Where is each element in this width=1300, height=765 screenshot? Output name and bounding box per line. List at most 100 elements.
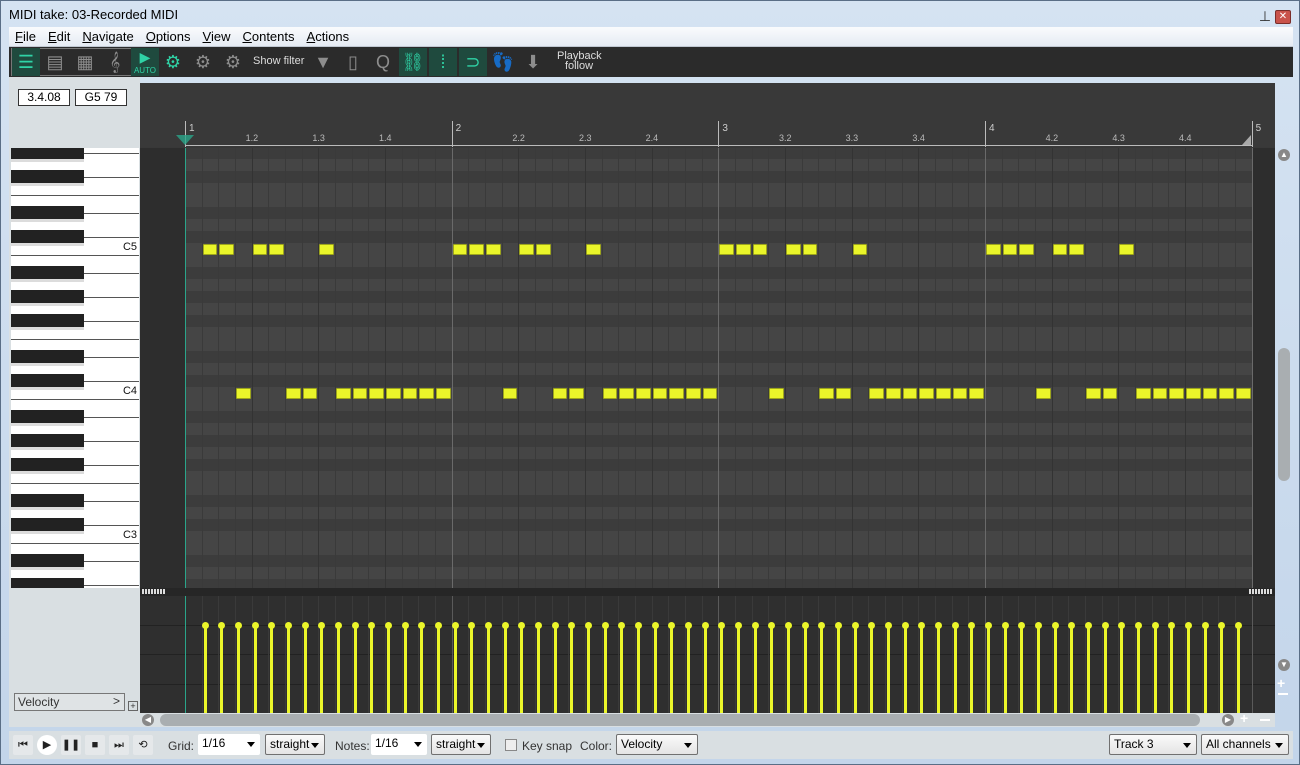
piano-roll[interactable]	[140, 148, 1275, 588]
midi-note[interactable]	[1019, 244, 1034, 255]
midi-note[interactable]	[686, 388, 701, 399]
black-key[interactable]	[11, 266, 84, 282]
black-key[interactable]	[11, 518, 84, 534]
velocity-handle[interactable]	[485, 621, 492, 629]
velocity-handle[interactable]	[818, 621, 826, 629]
velocity-stem[interactable]	[1187, 624, 1190, 713]
velocity-stem[interactable]	[770, 624, 774, 713]
velocity-handle[interactable]	[1001, 621, 1009, 629]
midi-note[interactable]	[552, 388, 568, 399]
velocity-handle[interactable]	[251, 621, 259, 629]
velocity-stem[interactable]	[587, 624, 590, 713]
midi-note[interactable]	[402, 388, 418, 399]
midi-note[interactable]	[586, 244, 601, 255]
velocity-stem[interactable]	[1170, 624, 1174, 713]
velocity-handle[interactable]	[518, 621, 526, 629]
notes-length-select[interactable]: 1/16	[371, 734, 427, 755]
midi-note[interactable]	[802, 244, 818, 255]
velocity-stem[interactable]	[620, 624, 624, 713]
midi-note[interactable]	[1236, 388, 1251, 399]
black-key[interactable]	[11, 148, 84, 162]
midi-note[interactable]	[1119, 244, 1134, 255]
velocity-stem[interactable]	[653, 624, 657, 713]
velocity-handle[interactable]	[618, 621, 626, 629]
menu-options[interactable]: Options	[140, 27, 197, 44]
velocity-stem[interactable]	[253, 624, 257, 713]
midi-note[interactable]	[286, 388, 301, 399]
velocity-handle[interactable]	[535, 621, 542, 629]
lane-splitter[interactable]	[140, 588, 1275, 596]
velocity-handle[interactable]	[235, 621, 242, 629]
velocity-handle[interactable]	[501, 621, 509, 629]
velocity-stem[interactable]	[737, 624, 740, 713]
midi-note[interactable]	[952, 388, 968, 399]
velocity-handle[interactable]	[851, 621, 859, 629]
velocity-stem[interactable]	[553, 624, 557, 713]
velocity-handle[interactable]	[651, 621, 659, 629]
close-button[interactable]: ✕	[1275, 10, 1291, 24]
lane-selector[interactable]: Velocity >	[14, 693, 125, 711]
midi-note[interactable]	[769, 388, 784, 399]
vertical-scrollbar[interactable]: ▲ ▼ +	[1275, 141, 1293, 726]
black-key[interactable]	[11, 290, 84, 306]
midi-note[interactable]	[1219, 388, 1234, 399]
velocity-stem[interactable]	[503, 624, 507, 713]
velocity-handle[interactable]	[685, 621, 692, 629]
channel-select[interactable]: All channels	[1201, 734, 1289, 755]
velocity-stem[interactable]	[220, 624, 224, 713]
midi-note[interactable]	[919, 388, 934, 399]
menu-file[interactable]: File	[9, 27, 42, 44]
grid-select[interactable]: 1/16	[198, 734, 260, 755]
midi-note[interactable]	[519, 244, 534, 255]
midi-note[interactable]	[702, 388, 718, 399]
filter-icon[interactable]: ▼	[309, 48, 337, 76]
velocity-stem[interactable]	[870, 624, 874, 713]
midi-note[interactable]	[302, 388, 318, 399]
midi-note[interactable]	[352, 388, 368, 399]
velocity-handle[interactable]	[1235, 621, 1242, 629]
midi-note[interactable]	[736, 244, 751, 255]
midi-note[interactable]	[419, 388, 434, 399]
velocity-handle[interactable]	[1018, 621, 1026, 629]
midi-note[interactable]	[1002, 244, 1018, 255]
black-key[interactable]	[11, 458, 84, 474]
go-to-end-button[interactable]: ⏭	[109, 735, 129, 755]
footprints-icon[interactable]: 👣	[489, 48, 517, 76]
velocity-stem[interactable]	[453, 624, 457, 713]
menu-contents[interactable]: Contents	[236, 27, 300, 44]
velocity-handle[interactable]	[285, 621, 292, 629]
midi-note[interactable]	[252, 244, 268, 255]
midi-note[interactable]	[719, 244, 734, 255]
velocity-stem[interactable]	[953, 624, 957, 713]
velocity-handle[interactable]	[835, 621, 842, 629]
velocity-lane[interactable]	[140, 596, 1275, 713]
midi-note[interactable]	[669, 388, 684, 399]
velocity-handle[interactable]	[201, 621, 209, 629]
show-filter-button[interactable]: Show filter	[253, 55, 304, 67]
color-mode-select[interactable]: Velocity	[616, 734, 698, 755]
velocity-stem[interactable]	[403, 624, 407, 713]
zoom-in-vertical-icon[interactable]: +	[1277, 675, 1285, 691]
velocity-stem[interactable]	[820, 624, 824, 713]
velocity-handle[interactable]	[735, 621, 742, 629]
midi-note[interactable]	[936, 388, 951, 399]
velocity-stem[interactable]	[237, 624, 240, 713]
menu-edit[interactable]: Edit	[42, 27, 76, 44]
velocity-stem[interactable]	[487, 624, 490, 713]
velocity-handle[interactable]	[1151, 621, 1159, 629]
velocity-stem[interactable]	[1220, 624, 1224, 713]
velocity-handle[interactable]	[901, 621, 909, 629]
piano-roll-view-button[interactable]: ☰	[12, 48, 40, 76]
velocity-stem[interactable]	[270, 624, 274, 713]
black-key[interactable]	[11, 554, 84, 570]
midi-note[interactable]	[886, 388, 901, 399]
velocity-stem[interactable]	[520, 624, 524, 713]
velocity-handle[interactable]	[635, 621, 642, 629]
velocity-stem[interactable]	[1003, 624, 1007, 713]
add-lane-button[interactable]: +	[128, 701, 138, 711]
velocity-handle[interactable]	[885, 621, 892, 629]
quantize-icon[interactable]: Q	[369, 48, 397, 76]
midi-note[interactable]	[1186, 388, 1201, 399]
midi-note[interactable]	[619, 388, 634, 399]
scroll-down-icon[interactable]: ▼	[1278, 659, 1290, 671]
